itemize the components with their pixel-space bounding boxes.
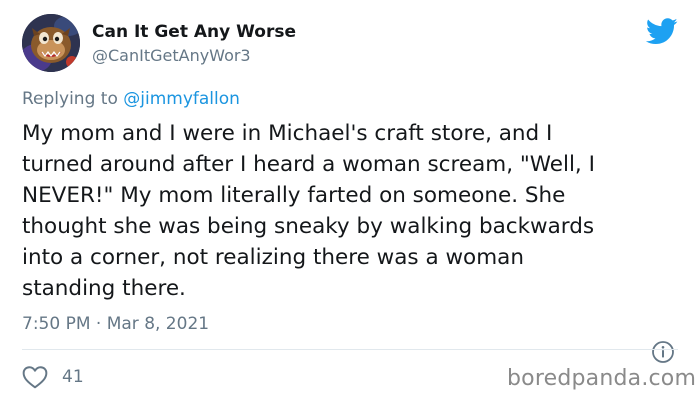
tweet-timestamp[interactable]: 7:50 PM · Mar 8, 2021 [22,313,209,335]
actions-divider [22,349,678,350]
taz-cartoon-avatar-icon [22,14,80,72]
tweet-card: Can It Get Any Worse @CanItGetAnyWor3 Re… [0,0,700,402]
info-icon[interactable] [651,340,675,364]
tweet-text-line: turned around after I heard a woman scre… [22,152,595,177]
tweet-text-line: thought she was being sneaky by walking … [22,214,595,239]
author-avatar[interactable] [22,14,80,72]
twitter-bird-icon[interactable] [645,18,678,45]
tweet-text-line: into a corner, not realizing there was a… [22,245,524,270]
heart-icon [22,366,48,389]
tweet-text-line: NEVER!" My mom literally farted on someo… [22,183,566,208]
tweet-text: My mom and I were in Michael's craft sto… [22,118,684,304]
replying-prefix: Replying to [22,89,118,109]
like-button[interactable]: 41 [22,364,84,390]
tweet-text-line: standing there. [22,276,186,301]
replying-to: Replying to @jimmyfallon [22,88,240,110]
author-display-name[interactable]: Can It Get Any Worse [92,22,296,42]
boredpanda-watermark: boredpanda.com [507,366,697,391]
reply-mention-link[interactable]: @jimmyfallon [123,89,240,109]
tweet-text-line: My mom and I were in Michael's craft sto… [22,121,553,146]
like-count: 41 [62,367,84,387]
author-handle[interactable]: @CanItGetAnyWor3 [92,46,251,66]
